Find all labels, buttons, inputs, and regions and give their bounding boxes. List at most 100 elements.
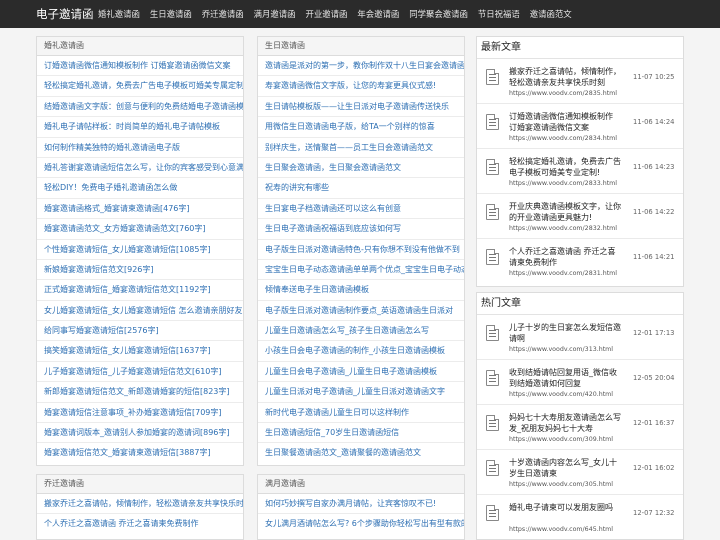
article-link[interactable]: 正式婚宴邀请短信_婚宴邀请短信范文[1192字] — [44, 285, 211, 294]
article-title-link[interactable]: 收到结婚请帖回复用语_微信收到结婚邀请如何回复 — [509, 368, 621, 389]
article-link[interactable]: 儿子婚宴邀请短信_儿子婚宴邀请短信范文[610字] — [44, 367, 222, 376]
article-link[interactable]: 婚宴邀请短信范文_婚宴请柬邀请短信[3887字] — [44, 448, 211, 457]
article-link[interactable]: 新时代电子邀请函儿童生日可以这样制作 — [265, 408, 409, 417]
nav-link-class-reunion[interactable]: 同学聚会邀请函 — [409, 8, 468, 20]
article-link[interactable]: 个人乔迁之喜邀请函 乔迁之喜请柬免费制作 — [44, 519, 199, 528]
list-item: 儿童生日派对电子邀请函_儿童生日派对邀请函文字 — [258, 382, 464, 403]
article-link[interactable]: 儿童生日邀请函怎么写_孩子生日邀请函怎么写 — [265, 326, 429, 335]
panel-housewarming: 乔迁邀请函 搬家乔迁之喜请帖，倾情制作，轻松邀请亲友共享快乐时刻 个人乔迁之喜邀… — [36, 474, 244, 540]
nav-link-full-month[interactable]: 满月邀请函 — [254, 8, 296, 20]
article-link[interactable]: 新郎婚宴邀请短信范文_新郎邀请婚宴的短信[823字] — [44, 387, 230, 396]
article-link[interactable]: 婚宴邀请词版本_邀请别人参加婚宴的邀请词[896字] — [44, 428, 230, 437]
article-link[interactable]: 新娘婚宴邀请短信范文[926字] — [44, 265, 154, 274]
article-link[interactable]: 宝宝生日电子动态邀请函单单两个优点_宝宝生日电子动态邀请函 — [265, 265, 464, 274]
article-time: 11-07 10:25 — [633, 73, 675, 81]
main-nav: 婚礼邀请函 生日邀请函 乔迁邀请函 满月邀请函 开业邀请函 年会邀请函 同学聚会… — [98, 0, 582, 28]
document-icon — [486, 460, 499, 476]
article-link[interactable]: 电子版生日派对邀请函特色-只有你想不到没有他做不到 — [265, 245, 460, 254]
article-link[interactable]: 给同事写婚宴邀请短信[2576字] — [44, 326, 159, 335]
article-title-link[interactable]: 订婚邀请函微信通知模板制作 订婚宴邀请函微信文案 — [509, 112, 621, 133]
article-link[interactable]: 如何巧妙撰写自家办满月请帖，让宾客惊叹不已! — [265, 499, 436, 508]
latest-article-item: 搬家乔迁之喜请帖，倾情制作，轻松邀请亲友共享快乐时刻 https://www.v… — [477, 59, 683, 104]
panel-title: 乔迁邀请函 — [37, 475, 243, 494]
article-link[interactable]: 订婚邀请函微信通知模板制作 订婚宴邀请函微信文案 — [44, 61, 231, 70]
nav-link-birthday[interactable]: 生日邀请函 — [150, 8, 192, 20]
article-title-link[interactable]: 十岁邀请函内容怎么写_女儿十岁生日邀请柬 — [509, 458, 621, 479]
article-link[interactable]: 婚宴邀请函格式_婚宴请柬邀请函[476字] — [44, 204, 190, 213]
article-link[interactable]: 女儿满月酒请帖怎么写? 6个步骤助你轻松写出有型有款的满月酒请帖 — [265, 519, 464, 528]
article-title-link[interactable]: 个人乔迁之喜邀请函 乔迁之喜请柬免费制作 — [509, 247, 621, 268]
article-title-link[interactable]: 开业庆典邀请函模板文字，让你的开业邀请函更具魅力! — [509, 202, 621, 223]
article-link[interactable]: 祝寿的讲究有哪些 — [265, 183, 329, 192]
article-title-link[interactable]: 轻松搞定婚礼邀请，免费去广告电子模板可婚美专业定制! — [509, 157, 621, 178]
article-link[interactable]: 结婚邀请函文字版：创意与便利的免费结婚电子邀请函模板 — [44, 102, 243, 111]
article-link[interactable]: 生日聚餐邀请函范文_邀请聚餐的邀请函范文 — [265, 448, 421, 457]
document-icon — [486, 325, 499, 341]
panel-full-month: 满月邀请函 如何巧妙撰写自家办满月请帖，让宾客惊叹不已! 女儿满月酒请帖怎么写?… — [257, 474, 465, 540]
article-link[interactable]: 婚礼电子请帖样板：时尚简单的婚礼电子请帖模板 — [44, 122, 220, 131]
nav-link-holiday-greetings[interactable]: 节日祝福语 — [478, 8, 520, 20]
list-item: 生日聚餐邀请函范文_邀请聚餐的邀请函范文 — [258, 443, 464, 463]
article-link[interactable]: 生日电子邀请函祝福语到底应该如何写 — [265, 224, 401, 233]
article-link[interactable]: 电子版生日派对邀请函制作要点_英语邀请函生日派对 — [265, 306, 453, 315]
article-link[interactable]: 搞笑婚宴邀请短信_女儿婚宴邀请短信[1637字] — [44, 346, 211, 355]
hot-articles-title: 热门文章 — [477, 293, 683, 315]
article-link[interactable]: 如何制作精美独特的婚礼邀请函电子版 — [44, 143, 180, 152]
article-link[interactable]: 搬家乔迁之喜请帖，倾情制作，轻松邀请亲友共享快乐时刻 — [44, 499, 243, 508]
article-link[interactable]: 婚宴邀请函范文_女方婚宴邀请函范文[760字] — [44, 224, 206, 233]
article-time: 12-05 20:04 — [633, 374, 675, 382]
list-item: 搬家乔迁之喜请帖，倾情制作，轻松邀请亲友共享快乐时刻 — [37, 494, 243, 515]
site-logo-text[interactable]: 电子邀请函 — [36, 6, 94, 22]
article-title-link[interactable]: 妈妈七十大寿朋友邀请函怎么写发_祝朋友妈妈七十大寿 — [509, 413, 621, 434]
article-link[interactable]: 婚宴邀请短信注意事项_补办婚宴邀请短信[709字] — [44, 408, 222, 417]
article-url: https://www.voodv.com/2833.html — [509, 180, 618, 187]
list-item: 婚礼电子请帖样板：时尚简单的婚礼电子请帖模板 — [37, 117, 243, 138]
nav-link-annual-party[interactable]: 年会邀请函 — [357, 8, 399, 20]
nav-link-opening[interactable]: 开业邀请函 — [306, 8, 348, 20]
article-url: https://www.voodv.com/305.html — [509, 481, 614, 488]
article-link[interactable]: 别样庆生，送情聚首——员工生日会邀请函范文 — [265, 143, 433, 152]
article-link[interactable]: 生日请帖模板版——让生日派对电子邀请函传送快乐 — [265, 102, 449, 111]
article-url: https://www.voodv.com/420.html — [509, 391, 614, 398]
article-link[interactable]: 女儿婚宴邀请短信_女儿婚宴邀请短信 怎么邀请亲朋好友[1240字] — [44, 306, 243, 315]
article-list: 如何巧妙撰写自家办满月请帖，让宾客惊叹不已! 女儿满月酒请帖怎么写? 6个步骤助… — [258, 494, 464, 535]
article-link[interactable]: 生日宴电子档邀请函还可以这么有创意 — [265, 204, 401, 213]
article-list: 邀请函是派对的第一步，教你制作双十八生日宴会邀请函 寿宴邀请函微信文字版，让您的… — [258, 56, 464, 464]
article-link[interactable]: 轻松DIY！免费电子婚礼邀请函怎么做 — [44, 183, 177, 192]
article-link[interactable]: 小孩生日会电子邀请函的制作_小孩生日邀请函模板 — [265, 346, 445, 355]
article-link[interactable]: 用微信生日邀请函电子版，给TA一个别样的惊喜 — [265, 122, 435, 131]
hot-article-item: 儿子十岁的生日宴怎么发短信邀请啊 https://www.voodv.com/3… — [477, 315, 683, 360]
document-icon — [486, 370, 499, 386]
article-link[interactable]: 邀请函是派对的第一步，教你制作双十八生日宴会邀请函 — [265, 61, 464, 70]
list-item: 新时代电子邀请函儿童生日可以这样制作 — [258, 403, 464, 424]
article-title-link[interactable]: 儿子十岁的生日宴怎么发短信邀请啊 — [509, 323, 621, 344]
list-item: 婚宴邀请函格式_婚宴请柬邀请函[476字] — [37, 199, 243, 220]
article-title-link[interactable]: 婚礼电子请柬可以发朋友圈吗 — [509, 503, 621, 514]
document-icon — [486, 69, 499, 85]
article-link[interactable]: 婚礼答谢宴邀请函短信怎么写，让你的宾客感受到心意满满 — [44, 163, 243, 172]
article-link[interactable]: 寿宴邀请函微信文字版，让您的寿宴更具仪式感! — [265, 81, 436, 90]
list-item: 女儿婚宴邀请短信_女儿婚宴邀请短信 怎么邀请亲朋好友[1240字] — [37, 301, 243, 322]
list-item: 电子版生日派对邀请函制作要点_英语邀请函生日派对 — [258, 301, 464, 322]
nav-link-invitation-samples[interactable]: 邀请函范文 — [530, 8, 572, 20]
article-link[interactable]: 儿童生日会电子邀请函_儿童生日电子邀请函模板 — [265, 367, 437, 376]
list-item: 生日邀请函短信_70岁生日邀请函短信 — [258, 423, 464, 444]
nav-link-housewarming[interactable]: 乔迁邀请函 — [202, 8, 244, 20]
article-link[interactable]: 生日聚会邀请函，生日聚会邀请函范文 — [265, 163, 401, 172]
list-item: 轻松DIY！免费电子婚礼邀请函怎么做 — [37, 178, 243, 199]
article-link[interactable]: 轻松搞定婚礼邀请，免费去广告电子模板可婚美专属定制 — [44, 81, 243, 90]
article-link[interactable]: 生日邀请函短信_70岁生日邀请函短信 — [265, 428, 399, 437]
article-link[interactable]: 倾情奉送电子生日邀请函模板 — [265, 285, 369, 294]
hot-article-item: 婚礼电子请柬可以发朋友圈吗 https://www.voodv.com/645.… — [477, 495, 683, 540]
list-item: 个人乔迁之喜邀请函 乔迁之喜请柬免费制作 — [37, 514, 243, 534]
article-time: 12-07 12:32 — [633, 509, 675, 517]
latest-article-item: 订婚邀请函微信通知模板制作 订婚宴邀请函微信文案 https://www.voo… — [477, 104, 683, 149]
nav-link-wedding[interactable]: 婚礼邀请函 — [98, 8, 140, 20]
article-url: https://www.voodv.com/309.html — [509, 436, 614, 443]
article-list: 订婚邀请函微信通知模板制作 订婚宴邀请函微信文案 轻松搞定婚礼邀请，免费去广告电… — [37, 56, 243, 464]
article-url: https://www.voodv.com/2831.html — [509, 270, 618, 277]
list-item: 新郎婚宴邀请短信范文_新郎邀请婚宴的短信[823字] — [37, 382, 243, 403]
article-link[interactable]: 儿童生日派对电子邀请函_儿童生日派对邀请函文字 — [265, 387, 445, 396]
article-link[interactable]: 个性婚宴邀请短信_女儿婚宴邀请短信[1085字] — [44, 245, 211, 254]
article-title-link[interactable]: 搬家乔迁之喜请帖，倾情制作，轻松邀请亲友共享快乐时刻 — [509, 67, 621, 88]
